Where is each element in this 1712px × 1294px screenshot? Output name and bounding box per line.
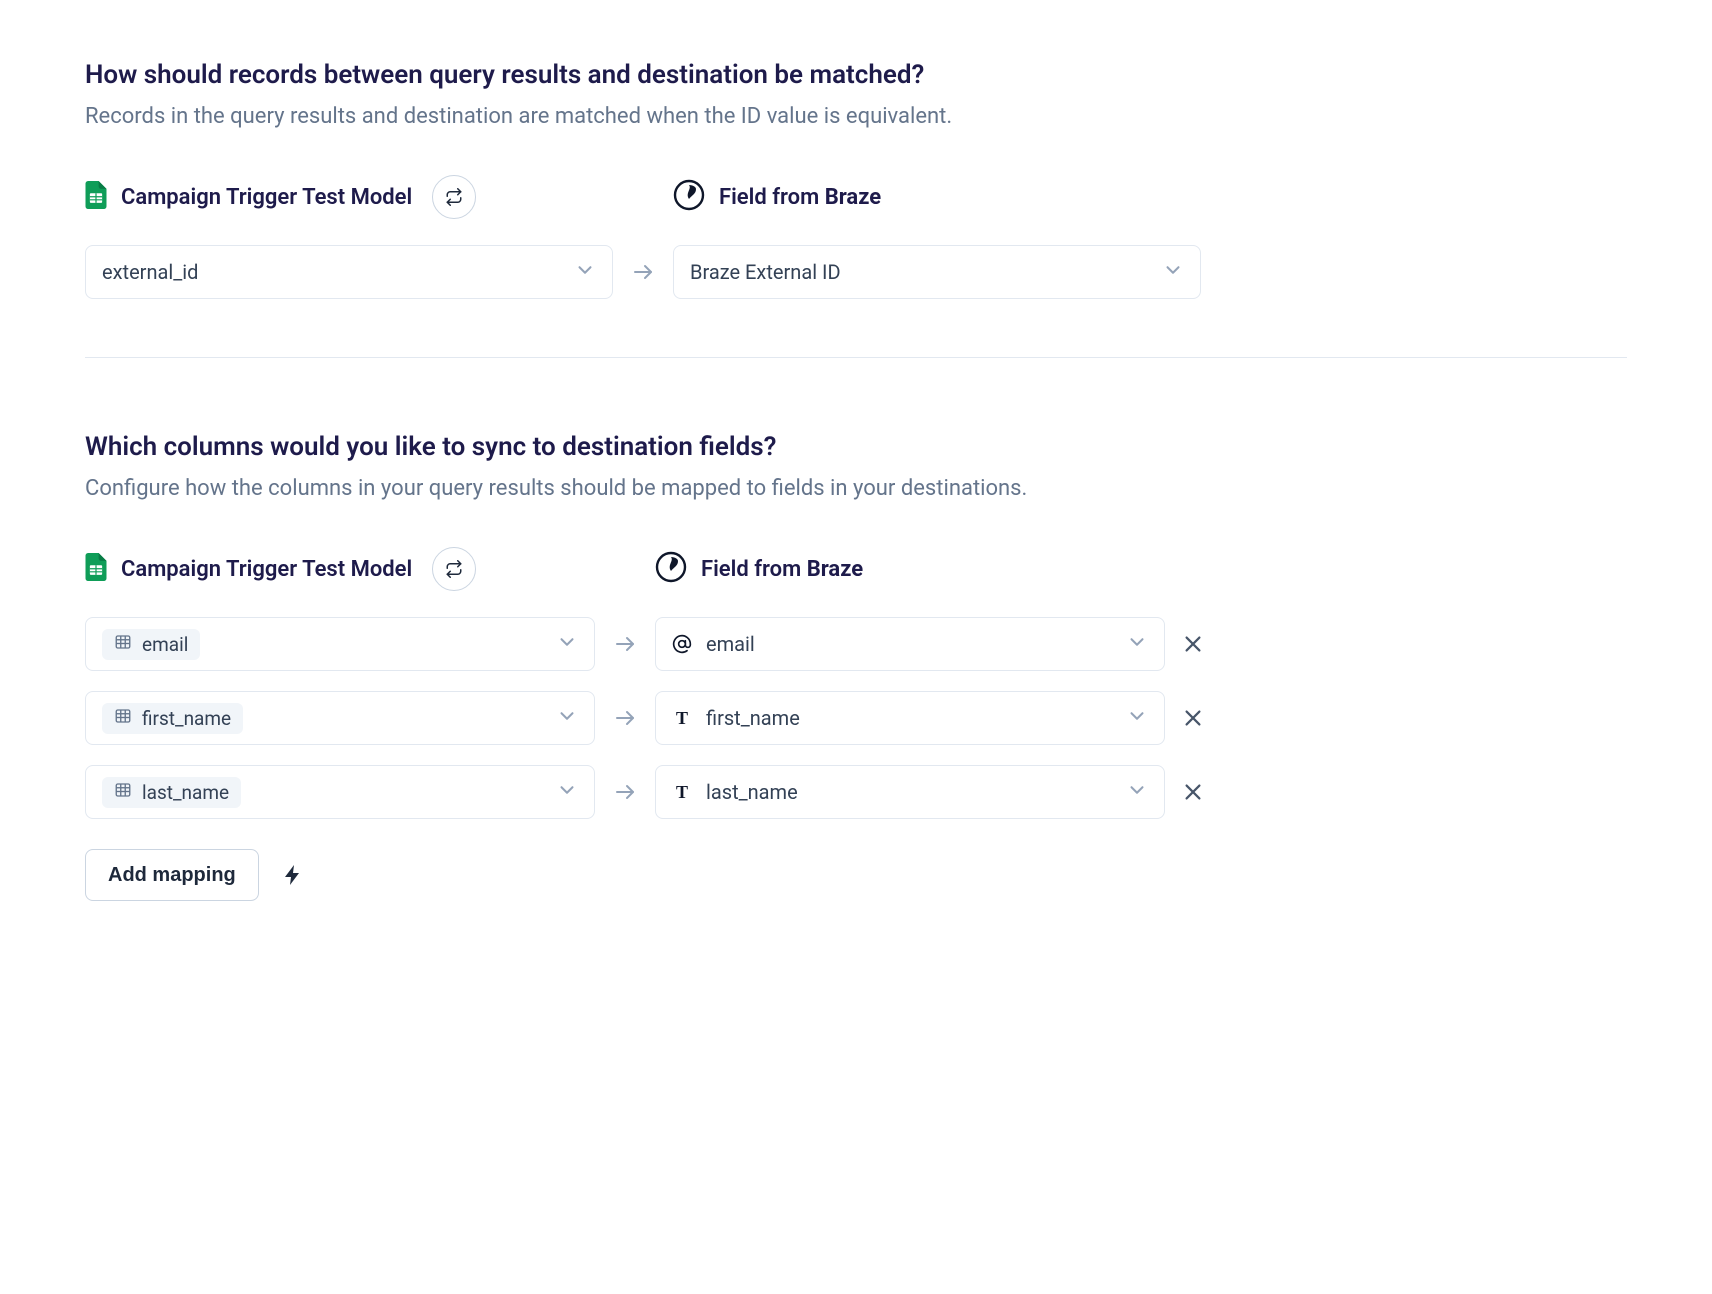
sync-dest-label: Field from Braze (701, 557, 863, 582)
mapping-source-select[interactable]: last_name (85, 765, 595, 819)
sync-section-description: Configure how the columns in your query … (85, 476, 1627, 501)
match-dest-label: Field from Braze (719, 185, 881, 210)
at-icon (672, 634, 692, 654)
swap-button[interactable] (432, 175, 476, 219)
mapping-source-value: last_name (142, 781, 229, 804)
remove-mapping-button[interactable] (1165, 633, 1221, 655)
mapping-dest-value-wrap: Tfirst_name (672, 706, 1126, 730)
mapping-source-value: first_name (142, 707, 231, 730)
arrow-icon (595, 780, 655, 804)
arrow-icon (595, 706, 655, 730)
arrow-icon (613, 260, 673, 284)
mapping-dest-value: first_name (706, 706, 800, 730)
chevron-down-icon (1162, 259, 1184, 285)
mapping-dest-value: email (706, 632, 755, 656)
mapping-dest-select[interactable]: Tfirst_name (655, 691, 1165, 745)
sync-source-header: Campaign Trigger Test Model (85, 547, 655, 591)
match-source-header: Campaign Trigger Test Model (85, 175, 673, 219)
match-section-title: How should records between query results… (85, 60, 1627, 90)
arrow-icon (595, 632, 655, 656)
mapping-source-value: email (142, 633, 188, 656)
column-icon (114, 633, 132, 656)
mapping-row: last_nameTlast_name (85, 765, 1627, 819)
match-dest-value: Braze External ID (690, 260, 1162, 284)
actions-row: Add mapping (85, 849, 1627, 901)
match-header-row: Campaign Trigger Test Model Field from B… (85, 175, 1627, 219)
mapping-row: first_nameTfirst_name (85, 691, 1627, 745)
chevron-down-icon (556, 631, 578, 657)
google-sheets-icon (85, 181, 107, 213)
chevron-down-icon (556, 705, 578, 731)
swap-button[interactable] (432, 547, 476, 591)
mapping-source-select[interactable]: first_name (85, 691, 595, 745)
google-sheets-icon (85, 553, 107, 585)
mapping-source-select[interactable]: email (85, 617, 595, 671)
mapping-source-pill: last_name (102, 777, 556, 808)
mappings-container: emailemailfirst_nameTfirst_namelast_name… (85, 617, 1627, 819)
match-source-value: external_id (102, 260, 574, 284)
section-divider (85, 357, 1627, 358)
match-source-label: Campaign Trigger Test Model (121, 185, 412, 210)
match-dest-header: Field from Braze (673, 179, 881, 215)
mapping-source-pill: first_name (102, 703, 556, 734)
chevron-down-icon (1126, 705, 1148, 731)
sync-section: Which columns would you like to sync to … (85, 432, 1627, 901)
add-mapping-button[interactable]: Add mapping (85, 849, 259, 901)
remove-mapping-button[interactable] (1165, 707, 1221, 729)
mapping-row: email email (85, 617, 1627, 671)
bolt-icon[interactable] (281, 863, 305, 887)
mapping-dest-value-wrap: Tlast_name (672, 780, 1126, 804)
column-icon (114, 781, 132, 804)
match-section: How should records between query results… (85, 60, 1627, 299)
mapping-dest-select[interactable]: email (655, 617, 1165, 671)
braze-icon (673, 179, 705, 215)
match-source-select[interactable]: external_id (85, 245, 613, 299)
braze-icon (655, 551, 687, 587)
sync-dest-header: Field from Braze (655, 551, 863, 587)
mapping-dest-value: last_name (706, 780, 798, 804)
mapping-source-pill: email (102, 629, 556, 660)
text-icon: T (672, 708, 692, 728)
sync-section-title: Which columns would you like to sync to … (85, 432, 1627, 462)
column-icon (114, 707, 132, 730)
mapping-dest-value-wrap: email (672, 632, 1126, 656)
mapping-dest-select[interactable]: Tlast_name (655, 765, 1165, 819)
remove-mapping-button[interactable] (1165, 781, 1221, 803)
chevron-down-icon (574, 259, 596, 285)
text-icon: T (672, 782, 692, 802)
match-section-description: Records in the query results and destina… (85, 104, 1627, 129)
chevron-down-icon (1126, 779, 1148, 805)
sync-header-row: Campaign Trigger Test Model Field from B… (85, 547, 1627, 591)
sync-source-label: Campaign Trigger Test Model (121, 557, 412, 582)
chevron-down-icon (556, 779, 578, 805)
match-mapping-row: external_id Braze External ID (85, 245, 1627, 299)
match-dest-select[interactable]: Braze External ID (673, 245, 1201, 299)
chevron-down-icon (1126, 631, 1148, 657)
